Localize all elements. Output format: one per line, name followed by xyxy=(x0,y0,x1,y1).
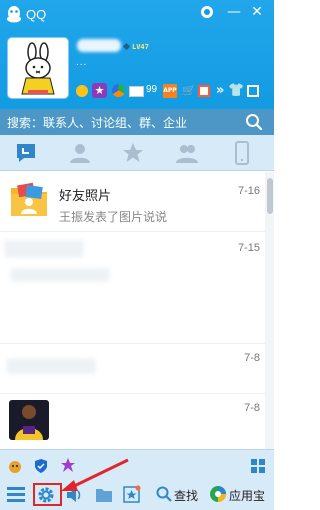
list-item[interactable]: 好友照片 王振发表了图片说说 7-16 xyxy=(0,172,266,232)
qzone-star-icon[interactable]: ★ xyxy=(92,83,107,98)
tab-groups[interactable] xyxy=(175,141,199,165)
tab-favorites[interactable] xyxy=(121,141,145,165)
skin-icon[interactable] xyxy=(200,5,214,19)
colorful-circle-icon[interactable] xyxy=(112,84,125,97)
redacted-name xyxy=(4,240,84,258)
tab-contacts[interactable] xyxy=(68,141,92,165)
list-item[interactable]: 7-15 xyxy=(0,232,266,344)
tab-messages[interactable] xyxy=(14,141,38,165)
person-icon xyxy=(70,144,90,163)
tshirt-icon[interactable]: 👕 xyxy=(228,83,244,98)
search-icon[interactable] xyxy=(245,113,263,131)
nickname-redacted xyxy=(77,39,121,52)
apps-grid-icon[interactable] xyxy=(250,458,266,474)
mail-icon[interactable] xyxy=(129,86,144,97)
tab-devices[interactable] xyxy=(230,141,254,165)
folder-photos-icon xyxy=(11,182,47,216)
search-input[interactable]: 搜索：联系人、讨论组、群、企业 xyxy=(7,114,187,131)
scrollbar[interactable] xyxy=(265,172,274,449)
close-button[interactable]: ✕ xyxy=(248,3,266,21)
list-item[interactable]: 7-8 xyxy=(0,394,266,449)
weather-sun-icon[interactable] xyxy=(76,85,88,97)
star-icon xyxy=(123,143,143,162)
app-title: QQ xyxy=(26,7,47,22)
list-item[interactable]: 7-8 xyxy=(0,344,266,394)
row-preview: 王振发表了图片说说 xyxy=(59,210,168,224)
tab-bar xyxy=(0,135,274,171)
main-menu-icon[interactable] xyxy=(7,486,25,502)
group-icon xyxy=(176,145,198,163)
qq-penguin-icon xyxy=(7,6,21,23)
redacted-name xyxy=(6,358,96,374)
scroll-thumb[interactable] xyxy=(267,178,273,214)
find-button[interactable]: 查找 xyxy=(174,487,198,504)
miffy-rabbit-icon xyxy=(10,40,66,96)
app-icon[interactable]: APP xyxy=(163,84,177,98)
find-search-icon[interactable] xyxy=(156,486,172,502)
mail-count: 99 xyxy=(146,84,158,95)
basketball-player-avatar xyxy=(9,400,49,440)
app-store-button[interactable]: 应用宝 xyxy=(229,487,265,504)
chat-bubble-icon xyxy=(17,144,35,162)
phone-icon xyxy=(235,141,249,165)
row-date: 7-8 xyxy=(244,352,260,364)
profile-header: QQ — ✕ LV47 ... ★ 99 APP 🛒 » 👕 xyxy=(0,0,274,109)
row-date: 7-16 xyxy=(237,185,260,197)
gift-icon[interactable] xyxy=(198,85,210,97)
row-title: 好友照片 xyxy=(59,189,112,204)
app-store-icon[interactable] xyxy=(209,485,227,503)
vip-level-badge[interactable]: LV47 xyxy=(132,43,149,51)
signature[interactable]: ... xyxy=(76,57,87,68)
vip-tip-icon xyxy=(122,42,131,51)
message-list[interactable]: 好友照片 王振发表了图片说说 7-16 7-15 7-8 7-8 xyxy=(0,172,266,449)
row-date: 7-8 xyxy=(244,402,260,414)
row-date: 7-15 xyxy=(237,242,260,254)
grid-icon[interactable] xyxy=(247,85,259,97)
title-bar[interactable]: QQ — ✕ xyxy=(0,0,274,30)
user-avatar[interactable] xyxy=(8,38,68,98)
annotation-arrow xyxy=(61,458,129,491)
more-icon[interactable]: » xyxy=(216,83,224,98)
redacted-preview xyxy=(10,268,110,282)
shopping-cart-icon[interactable]: 🛒 xyxy=(182,84,196,97)
minimize-button[interactable]: — xyxy=(225,3,243,21)
search-bar[interactable]: 搜索：联系人、讨论组、群、企业 xyxy=(0,109,274,135)
shield-icon[interactable] xyxy=(33,458,49,474)
pet-icon[interactable] xyxy=(7,458,23,474)
